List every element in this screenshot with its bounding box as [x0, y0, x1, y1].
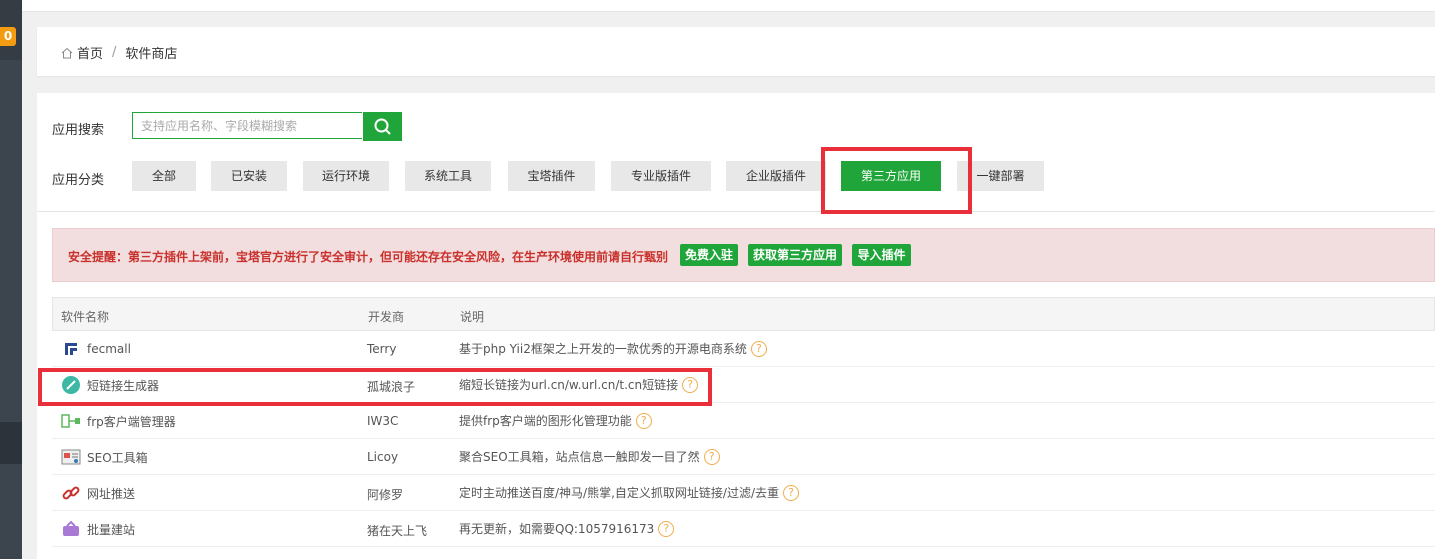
- breadcrumb-current: 软件商店: [125, 47, 178, 62]
- breadcrumb-panel: 首页 / 软件商店: [37, 27, 1435, 76]
- row-name-cell: 批量建站: [61, 519, 135, 539]
- seo-toolbox-icon: [61, 449, 81, 465]
- description: 再无更新，如需要QQ:1057916173: [459, 522, 655, 536]
- table-row[interactable]: fecmall Terry 基于php Yii2框架之上开发的一款优秀的开源电商…: [52, 331, 1435, 367]
- frp-icon: [61, 414, 80, 428]
- fecmall-icon: [65, 343, 77, 355]
- breadcrumb-separator: /: [112, 45, 117, 60]
- software-name[interactable]: 批量建站: [87, 521, 135, 538]
- home-icon: [61, 47, 73, 58]
- batch-site-icon: [63, 520, 79, 536]
- category-all[interactable]: 全部: [132, 161, 196, 191]
- developer: IW3C: [367, 414, 399, 428]
- header-name: 软件名称: [61, 310, 110, 324]
- search-icon: [374, 118, 391, 135]
- description: 聚合SEO工具箱，站点信息一触即发一目了然: [459, 450, 700, 464]
- security-alert: 安全提醒：第三方插件上架前，宝塔官方进行了安全审计，但可能还存在安全风险，在生产…: [52, 228, 1435, 282]
- software-name[interactable]: fecmall: [87, 342, 131, 356]
- software-store-panel: 应用搜索 支持应用名称、字段模糊搜索 应用分类 全部 已安装 运行环境 系统工具…: [37, 93, 1435, 559]
- description-cell: 提供frp客户端的图形化管理功能 ?: [459, 412, 652, 429]
- row-name-cell: SEO工具箱: [61, 447, 148, 467]
- search-input[interactable]: 支持应用名称、字段模糊搜索: [132, 112, 362, 139]
- header-description: 说明: [460, 310, 485, 324]
- sidebar: 0: [0, 0, 22, 559]
- help-icon[interactable]: ?: [635, 412, 652, 429]
- help-icon[interactable]: ?: [750, 340, 767, 357]
- category-system-tools[interactable]: 系统工具: [405, 161, 491, 191]
- sidebar-active-item[interactable]: [0, 422, 22, 464]
- help-icon[interactable]: ?: [658, 520, 675, 537]
- software-name[interactable]: 网址推送: [87, 485, 135, 502]
- table-row[interactable]: 网址推送 阿修罗 定时主动推送百度/神马/熊掌,自定义抓取网址链接/过滤/去重 …: [52, 475, 1435, 511]
- search-button[interactable]: [363, 112, 402, 141]
- breadcrumb-home[interactable]: 首页: [77, 43, 103, 62]
- breadcrumb: 首页 / 软件商店: [60, 43, 177, 62]
- row-name-cell: 网址推送: [61, 483, 135, 503]
- description-cell: 定时主动推送百度/神马/熊掌,自定义抓取网址链接/过滤/去重 ?: [459, 484, 799, 501]
- category-bt-plugins[interactable]: 宝塔插件: [508, 161, 595, 191]
- category-installed[interactable]: 已安装: [211, 161, 287, 191]
- description: 定时主动推送百度/神马/熊掌,自定义抓取网址链接/过滤/去重: [459, 486, 779, 500]
- developer: 阿修罗: [367, 488, 404, 502]
- description: 提供frp客户端的图形化管理功能: [459, 414, 632, 428]
- description: 基于php Yii2框架之上开发的一款优秀的开源电商系统: [459, 342, 747, 356]
- row-name-cell: fecmall: [61, 339, 131, 359]
- software-name[interactable]: SEO工具箱: [87, 449, 148, 466]
- category-runtime[interactable]: 运行环境: [303, 161, 389, 191]
- table-row[interactable]: 批量建站 猪在天上飞 再无更新，如需要QQ:1057916173 ?: [52, 511, 1435, 547]
- software-name[interactable]: frp客户端管理器: [87, 413, 176, 430]
- table-row[interactable]: SEO工具箱 Licoy 聚合SEO工具箱，站点信息一触即发一目了然 ?: [52, 439, 1435, 475]
- help-icon[interactable]: ?: [703, 448, 720, 465]
- developer: 猪在天上飞: [367, 524, 428, 538]
- free-join-button[interactable]: 免费入驻: [680, 244, 738, 266]
- category-label: 应用分类: [52, 173, 105, 188]
- description-cell: 聚合SEO工具箱，站点信息一触即发一目了然 ?: [459, 448, 720, 465]
- get-third-party-button[interactable]: 获取第三方应用: [748, 244, 842, 266]
- category-enterprise-plugins[interactable]: 企业版插件: [726, 161, 826, 191]
- description-cell: 基于php Yii2框架之上开发的一款优秀的开源电商系统 ?: [459, 340, 767, 357]
- highlight-frame-category: [821, 147, 972, 214]
- url-push-icon: [62, 486, 80, 500]
- notification-badge[interactable]: 0: [0, 27, 16, 46]
- highlight-frame-row: [38, 368, 712, 406]
- developer: Licoy: [367, 450, 399, 464]
- divider: [37, 211, 1435, 212]
- row-name-cell: frp客户端管理器: [61, 411, 176, 431]
- developer: Terry: [367, 342, 397, 356]
- description-cell: 再无更新，如需要QQ:1057916173 ?: [459, 520, 675, 537]
- table-header: 软件名称 开发商 说明: [52, 297, 1435, 331]
- header-developer: 开发商: [368, 310, 405, 324]
- category-pro-plugins[interactable]: 专业版插件: [611, 161, 711, 191]
- alert-text: 安全提醒：第三方插件上架前，宝塔官方进行了安全审计，但可能还存在安全风险，在生产…: [68, 250, 669, 264]
- search-label: 应用搜索: [52, 123, 105, 138]
- table-row[interactable]: frp客户端管理器 IW3C 提供frp客户端的图形化管理功能 ?: [52, 403, 1435, 439]
- import-plugin-button[interactable]: 导入插件: [852, 244, 911, 266]
- help-icon[interactable]: ?: [783, 484, 799, 501]
- top-bar: [22, 0, 1435, 12]
